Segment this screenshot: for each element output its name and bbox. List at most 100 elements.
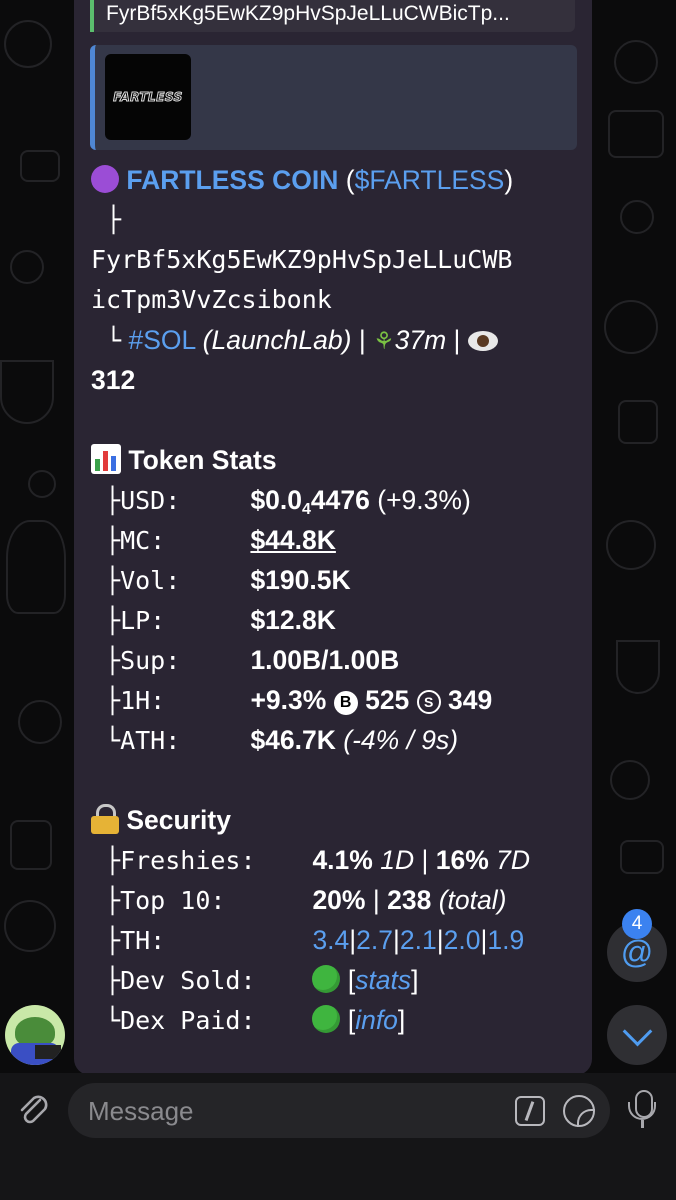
stats-link[interactable]: stats xyxy=(355,965,411,995)
token-stats-heading: Token Stats xyxy=(91,440,586,480)
token-stats-title: Token Stats xyxy=(128,445,277,475)
tree-glyph: ├ xyxy=(105,926,121,955)
tree-glyph: ├ xyxy=(105,886,121,915)
security-title: Security xyxy=(126,805,231,835)
stat-row-ath: └ATH: $46.7K (-4% / 9s) xyxy=(91,720,586,760)
paperclip-icon[interactable] xyxy=(14,1090,54,1130)
holder-link[interactable]: 3.4 xyxy=(312,925,349,955)
message-input[interactable]: Message xyxy=(68,1083,610,1138)
launchpad-label: (LaunchLab) xyxy=(202,325,352,355)
security-label: Dex Paid: xyxy=(120,1006,256,1035)
ticker-link[interactable]: $FARTLESS xyxy=(355,165,505,195)
security-row-freshies: ├Freshies: 4.1% 1D | 16% 7D xyxy=(91,840,586,880)
sell-count: 349 xyxy=(448,685,493,715)
at-icon: @ xyxy=(620,933,654,970)
tree-glyph: ├ xyxy=(105,526,121,555)
security-label: Top 10: xyxy=(120,886,226,915)
buy-count: 525 xyxy=(365,685,410,715)
security-row-dex-paid: └Dex Paid: [info] xyxy=(91,1000,586,1040)
thumbnail-logo-text: FARTLESS xyxy=(113,90,183,105)
holder-total-note: (total) xyxy=(438,885,507,915)
reply-preview[interactable]: FARTLESS xyxy=(90,45,577,150)
usd-change: (+9.3%) xyxy=(377,485,471,515)
tree-glyph: ├ xyxy=(105,966,121,995)
green-circle-icon xyxy=(312,965,341,993)
chain-hashtag[interactable]: #SOL xyxy=(128,325,195,355)
holder-link[interactable]: 2.7 xyxy=(356,925,393,955)
chain-info-line: └ #SOL (LaunchLab) | ⚘37m | xyxy=(91,320,586,360)
tree-glyph: └ xyxy=(105,1006,121,1035)
top-holders-list: 3.4|2.7|2.1|2.0|1.9 xyxy=(312,925,525,955)
volume-value: $190.5K xyxy=(250,565,351,595)
stat-label: ATH: xyxy=(120,726,181,755)
tree-end-glyph: └ xyxy=(91,326,122,355)
holder-link[interactable]: 2.0 xyxy=(444,925,481,955)
stat-row-usd: ├USD: $0.044476 (+9.3%) xyxy=(91,480,586,520)
mentions-count-badge: 4 xyxy=(622,909,652,939)
stat-row-supply: ├Sup: 1.00B/1.00B xyxy=(91,640,586,680)
security-label: TH: xyxy=(120,926,166,955)
ath-value: $46.7K xyxy=(250,725,336,755)
top10-percent: 20% xyxy=(312,885,366,915)
sticker-icon[interactable] xyxy=(563,1095,595,1127)
eye-icon xyxy=(467,331,498,351)
holder-link[interactable]: 2.1 xyxy=(400,925,437,955)
hour-change: +9.3% xyxy=(250,685,327,715)
sender-avatar[interactable] xyxy=(5,1005,65,1065)
chevron-down-icon xyxy=(622,1016,652,1046)
ticker-open: ( xyxy=(345,165,355,195)
tree-glyph: ├ xyxy=(105,606,121,635)
holder-total: 238 xyxy=(387,885,432,915)
info-link[interactable]: info xyxy=(355,1005,398,1035)
security-label: Freshies: xyxy=(120,846,256,875)
stat-row-mc: ├MC: $44.8K xyxy=(91,520,586,560)
green-circle-icon xyxy=(312,1005,341,1033)
token-title-line: FARTLESS COIN ($FARTLESS) xyxy=(91,160,586,200)
token-age: 37m xyxy=(394,325,447,355)
stat-label: Sup: xyxy=(120,646,181,675)
stat-label: USD: xyxy=(120,486,181,515)
usd-price: $0.044476 xyxy=(250,485,370,518)
tree-glyph: ├ xyxy=(105,686,121,715)
sells-icon: S xyxy=(416,690,441,714)
scroll-down-button[interactable] xyxy=(607,1005,667,1065)
message-bubble: FyrBf5xKg5EwKZ9pHvSpJeLLuCWBicTp... FART… xyxy=(74,0,592,1075)
security-row-top-holders: ├TH: 3.4|2.7|2.1|2.0|1.9 xyxy=(91,920,586,960)
security-row-top10: ├Top 10: 20% | 238 (total) xyxy=(91,880,586,920)
tree-glyph: ├ xyxy=(105,646,121,675)
separator: | xyxy=(358,325,366,355)
buys-icon: B xyxy=(333,691,358,715)
purple-circle-icon xyxy=(91,165,119,193)
microphone-icon[interactable] xyxy=(625,1090,659,1130)
token-message-body: FARTLESS COIN ($FARTLESS) ├ FyrBf5xKg5Ew… xyxy=(91,160,586,1040)
security-label: Dev Sold: xyxy=(120,966,256,995)
freshies-7d-note: 7D xyxy=(496,845,531,875)
stat-row-vol: ├Vol: $190.5K xyxy=(91,560,586,600)
separator: | xyxy=(372,885,380,915)
stat-row-1h: ├1H: +9.3% B 525 S 349 xyxy=(91,680,586,720)
security-row-dev-sold: ├Dev Sold: [stats] xyxy=(91,960,586,1000)
holder-link[interactable]: 1.9 xyxy=(487,925,524,955)
stat-label: MC: xyxy=(120,526,166,555)
tree-glyph: ├ xyxy=(105,846,121,875)
stat-label: 1H: xyxy=(120,686,166,715)
tree-glyph: └ xyxy=(105,726,121,755)
bar-chart-icon xyxy=(91,444,121,474)
token-name-link[interactable]: FARTLESS COIN xyxy=(126,165,338,195)
security-heading: Security xyxy=(91,800,586,840)
tree-glyph: ├ xyxy=(105,486,121,515)
commands-icon[interactable] xyxy=(515,1096,545,1126)
separator: | xyxy=(421,845,429,875)
reply-thumbnail: FARTLESS xyxy=(105,54,191,140)
view-count: 312 xyxy=(91,365,136,395)
stat-label: LP: xyxy=(120,606,166,635)
contract-address-2[interactable]: icTpm3VvZcsibonk xyxy=(91,280,586,320)
contract-address-1[interactable]: FyrBf5xKg5EwKZ9pHvSpJeLLuCWB xyxy=(91,240,586,280)
ticker-close: ) xyxy=(504,165,514,195)
message-placeholder: Message xyxy=(88,1096,194,1126)
market-cap-link[interactable]: $44.8K xyxy=(250,525,335,555)
previous-message-contract: FyrBf5xKg5EwKZ9pHvSpJeLLuCWBicTp... xyxy=(90,0,575,32)
freshies-1d-note: 1D xyxy=(380,845,415,875)
supply-value: 1.00B/1.00B xyxy=(250,645,400,675)
stat-label: Vol: xyxy=(120,566,181,595)
